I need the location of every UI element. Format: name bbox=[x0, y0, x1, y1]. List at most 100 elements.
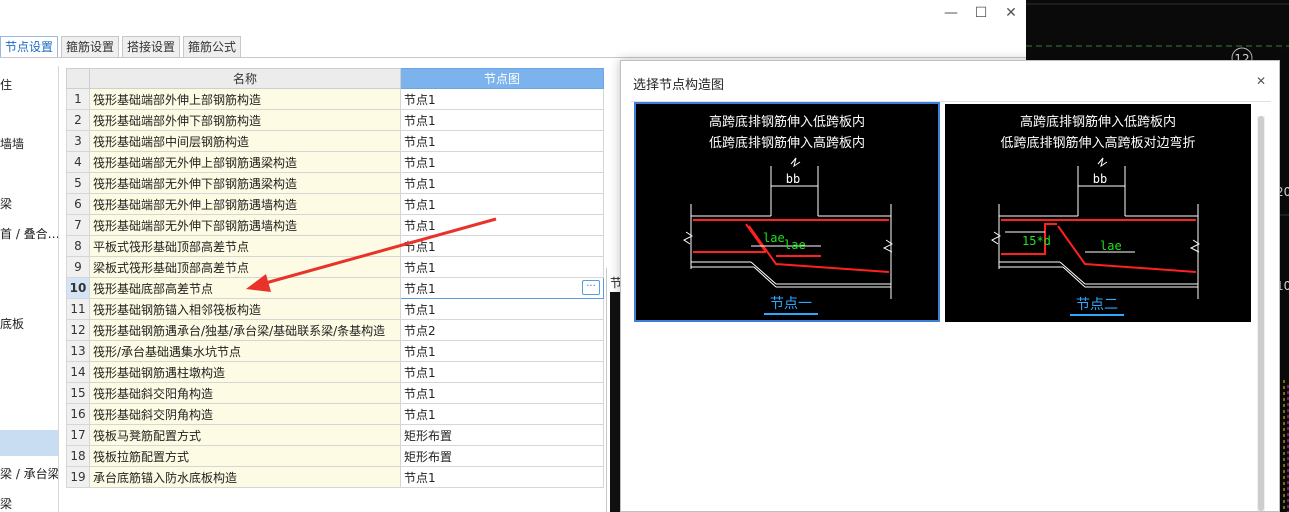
row-name-cell[interactable]: 筏板拉筋配置方式 bbox=[89, 445, 401, 467]
table-row[interactable]: 2 筏形基础端部外伸下部钢筋构造 节点1 bbox=[66, 109, 604, 131]
node-value: 节点1 bbox=[404, 155, 436, 170]
row-name-cell[interactable]: 筏形基础斜交阴角构造 bbox=[89, 403, 401, 425]
row-node-cell[interactable]: 节点1 bbox=[400, 151, 604, 173]
table-row[interactable]: 10 筏形基础底部高差节点 节点1 ··· bbox=[66, 277, 604, 299]
row-node-cell[interactable]: 节点1 bbox=[400, 403, 604, 425]
table-row[interactable]: 13 筏形/承台基础遇集水坑节点 节点1 bbox=[66, 340, 604, 362]
table-row[interactable]: 5 筏形基础端部无外伸下部钢筋遇梁构造 节点1 bbox=[66, 172, 604, 194]
row-name-cell[interactable]: 筏形基础钢筋锚入相邻筏板构造 bbox=[89, 298, 401, 320]
node-value: 节点1 bbox=[404, 176, 436, 191]
table-row[interactable]: 8 平板式筏形基础顶部高差节点 节点1 bbox=[66, 235, 604, 257]
row-name-cell[interactable]: 筏形基础端部外伸上部钢筋构造 bbox=[89, 88, 401, 110]
row-name-cell[interactable]: 筏板马凳筋配置方式 bbox=[89, 424, 401, 446]
row-node-cell[interactable]: 矩形布置 bbox=[400, 424, 604, 446]
column-header-node[interactable]: 节点图 bbox=[400, 68, 604, 89]
row-name-cell[interactable]: 筏形基础端部中间层钢筋构造 bbox=[89, 130, 401, 152]
table-row[interactable]: 12 筏形基础钢筋遇承台/独基/承台梁/基础联系梁/条基构造 节点2 bbox=[66, 319, 604, 341]
maximize-icon[interactable]: ☐ bbox=[966, 0, 996, 26]
tree-item-selected[interactable] bbox=[0, 430, 58, 456]
table-row[interactable]: 18 筏板拉筋配置方式 矩形布置 bbox=[66, 445, 604, 467]
row-node-cell[interactable]: 矩形布置 bbox=[400, 445, 604, 467]
row-name-cell[interactable]: 筏形基础底部高差节点 bbox=[89, 277, 401, 299]
tree-item[interactable]: 底板 bbox=[0, 313, 58, 335]
row-name-cell[interactable]: 筏形基础钢筋遇承台/独基/承台梁/基础联系梁/条基构造 bbox=[89, 319, 401, 341]
node-value: 节点1 bbox=[404, 281, 436, 296]
row-node-cell[interactable]: 节点1 bbox=[400, 361, 604, 383]
row-node-cell[interactable]: 节点1 bbox=[400, 88, 604, 110]
node-value: 节点1 bbox=[404, 239, 436, 254]
node-option-2[interactable]: 高跨底排钢筋伸入低跨板内 低跨底排钢筋伸入高跨板对边弯折 bb 15*d lae… bbox=[945, 104, 1251, 322]
table-row[interactable]: 3 筏形基础端部中间层钢筋构造 节点1 bbox=[66, 130, 604, 152]
dialog-divider bbox=[631, 101, 1271, 102]
tab-node-settings[interactable]: 节点设置 bbox=[0, 36, 59, 58]
column-header-name[interactable]: 名称 bbox=[89, 68, 401, 89]
option-line1: 高跨底排钢筋伸入低跨板内 bbox=[709, 114, 865, 130]
node-value: 节点1 bbox=[404, 344, 436, 359]
tree-item[interactable]: 梁 bbox=[0, 193, 58, 215]
row-node-cell[interactable]: 节点1 bbox=[400, 193, 604, 215]
row-name-cell[interactable]: 筏形基础端部无外伸上部钢筋遇梁构造 bbox=[89, 151, 401, 173]
row-index: 6 bbox=[66, 193, 90, 215]
row-name-cell[interactable]: 承台底筋锚入防水底板构造 bbox=[89, 466, 401, 488]
node-value: 矩形布置 bbox=[404, 449, 453, 464]
row-name-cell[interactable]: 筏形基础端部外伸下部钢筋构造 bbox=[89, 109, 401, 131]
dialog-scrollbar[interactable] bbox=[1257, 116, 1265, 511]
node-value: 节点1 bbox=[404, 386, 436, 401]
tree-item[interactable]: 墙墙 bbox=[0, 133, 58, 155]
table-row[interactable]: 17 筏板马凳筋配置方式 矩形布置 bbox=[66, 424, 604, 446]
row-name-cell[interactable]: 筏形基础钢筋遇柱墩构造 bbox=[89, 361, 401, 383]
tree-item[interactable]: 住 bbox=[0, 74, 58, 96]
table-row[interactable]: 16 筏形基础斜交阴角构造 节点1 bbox=[66, 403, 604, 425]
dim-label-top: bb bbox=[1093, 172, 1107, 186]
scrollbar-thumb[interactable] bbox=[1258, 116, 1264, 511]
table-row[interactable]: 4 筏形基础端部无外伸上部钢筋遇梁构造 节点1 bbox=[66, 151, 604, 173]
table-row[interactable]: 6 筏形基础端部无外伸上部钢筋遇墙构造 节点1 bbox=[66, 193, 604, 215]
row-name-cell[interactable]: 平板式筏形基础顶部高差节点 bbox=[89, 235, 401, 257]
table-row[interactable]: 15 筏形基础斜交阳角构造 节点1 bbox=[66, 382, 604, 404]
row-name-cell[interactable]: 筏形基础端部无外伸下部钢筋遇梁构造 bbox=[89, 172, 401, 194]
row-node-cell[interactable]: 节点1 bbox=[400, 109, 604, 131]
row-node-cell[interactable]: 节点1 ··· bbox=[400, 277, 604, 299]
node-value: 节点1 bbox=[404, 92, 436, 107]
tab-stirrup-settings[interactable]: 箍筋设置 bbox=[61, 36, 120, 58]
close-icon[interactable]: ✕ bbox=[1251, 71, 1271, 91]
option-line2: 低跨底排钢筋伸入高跨板对边弯折 bbox=[1000, 135, 1195, 151]
table-row[interactable]: 9 梁板式筏形基础顶部高差节点 节点1 bbox=[66, 256, 604, 278]
table-row[interactable]: 19 承台底筋锚入防水底板构造 节点1 bbox=[66, 466, 604, 488]
row-node-cell[interactable]: 节点1 bbox=[400, 298, 604, 320]
row-index: 3 bbox=[66, 130, 90, 152]
column-header-index bbox=[66, 68, 90, 89]
tab-lap-settings[interactable]: 搭接设置 bbox=[122, 36, 181, 58]
row-node-cell[interactable]: 节点1 bbox=[400, 235, 604, 257]
row-name-cell[interactable]: 筏形基础斜交阳角构造 bbox=[89, 382, 401, 404]
row-node-cell[interactable]: 节点1 bbox=[400, 466, 604, 488]
node-settings-table: 名称 节点图 1 筏形基础端部外伸上部钢筋构造 节点1 2 筏形基础端部外伸下部钢筋构造… bbox=[66, 68, 604, 488]
row-node-cell[interactable]: 节点1 bbox=[400, 172, 604, 194]
tree-item[interactable]: 梁 bbox=[0, 493, 58, 512]
node-option-1[interactable]: 高跨底排钢筋伸入低跨板内 低跨底排钢筋伸入高跨板内 bb lae lae 节点一 bbox=[634, 102, 940, 322]
table-row[interactable]: 1 筏形基础端部外伸上部钢筋构造 节点1 bbox=[66, 88, 604, 110]
row-node-cell[interactable]: 节点1 bbox=[400, 340, 604, 362]
row-name-cell[interactable]: 梁板式筏形基础顶部高差节点 bbox=[89, 256, 401, 278]
row-name-cell[interactable]: 筏形基础端部无外伸上部钢筋遇墙构造 bbox=[89, 193, 401, 215]
tab-stirrup-formula[interactable]: 箍筋公式 bbox=[183, 36, 242, 58]
row-name-cell[interactable]: 筏形/承台基础遇集水坑节点 bbox=[89, 340, 401, 362]
row-node-cell[interactable]: 节点1 bbox=[400, 214, 604, 236]
row-index: 7 bbox=[66, 214, 90, 236]
tree-item[interactable]: 首 / 叠合… bbox=[0, 223, 58, 245]
row-node-cell[interactable]: 节点1 bbox=[400, 256, 604, 278]
ellipsis-button[interactable]: ··· bbox=[582, 280, 600, 295]
dim-label-b: lae bbox=[1100, 239, 1122, 253]
close-icon[interactable]: ✕ bbox=[996, 0, 1026, 26]
row-node-cell[interactable]: 节点1 bbox=[400, 130, 604, 152]
table-row[interactable]: 14 筏形基础钢筋遇柱墩构造 节点1 bbox=[66, 361, 604, 383]
row-node-cell[interactable]: 节点1 bbox=[400, 382, 604, 404]
table-row[interactable]: 11 筏形基础钢筋锚入相邻筏板构造 节点1 bbox=[66, 298, 604, 320]
app-root: — ☐ ✕ 节点设置 箍筋设置 搭接设置 箍筋公式 住 墙墙 梁 首 / 叠合…… bbox=[0, 0, 1289, 512]
row-node-cell[interactable]: 节点2 bbox=[400, 319, 604, 341]
table-row[interactable]: 7 筏形基础端部无外伸下部钢筋遇墙构造 节点1 bbox=[66, 214, 604, 236]
row-name-cell[interactable]: 筏形基础端部无外伸下部钢筋遇墙构造 bbox=[89, 214, 401, 236]
minimize-icon[interactable]: — bbox=[936, 0, 966, 26]
dim-label-b: lae bbox=[784, 238, 806, 252]
tree-item[interactable]: 梁 / 承台梁 bbox=[0, 463, 58, 485]
